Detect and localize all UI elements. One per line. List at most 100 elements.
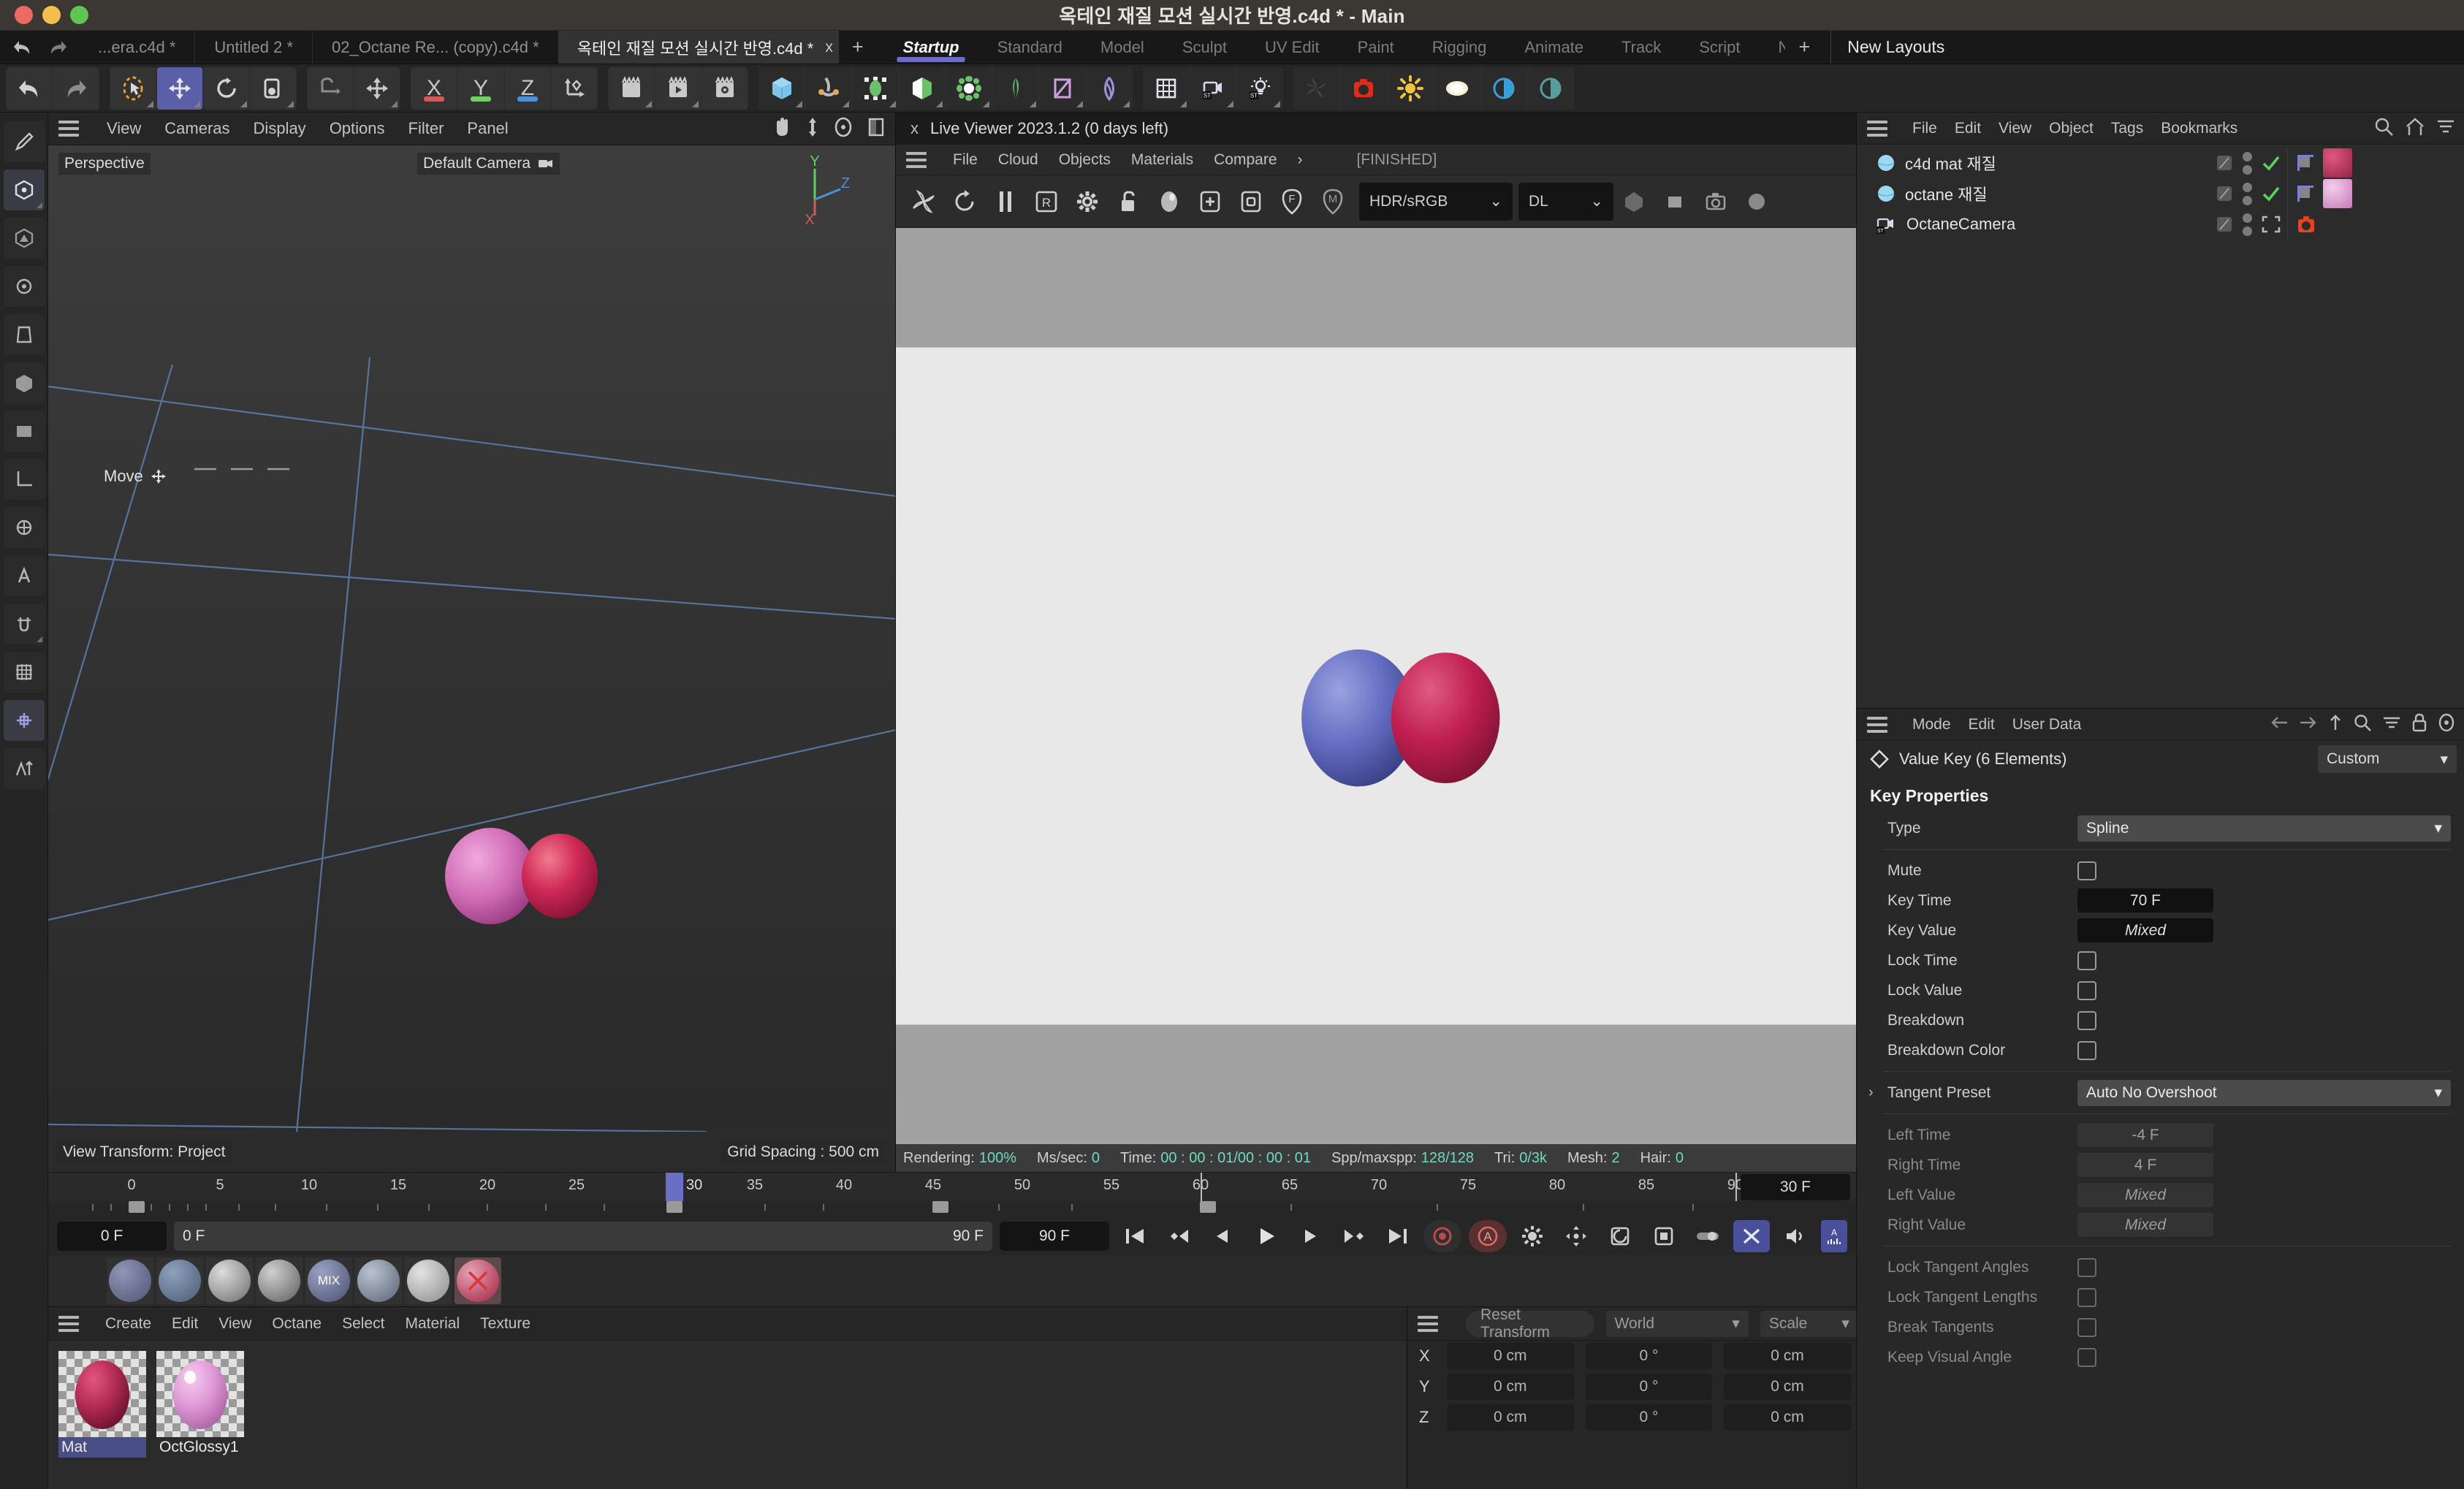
object-menu-view[interactable]: View (1990, 120, 2040, 137)
live-viewer-menu-compare[interactable]: Compare (1204, 151, 1287, 169)
floor-grid-button[interactable] (1144, 66, 1189, 110)
material-slot[interactable] (206, 1257, 253, 1304)
search-icon[interactable] (2353, 713, 2372, 736)
subdivision-surface-button[interactable] (900, 66, 945, 110)
material-slot[interactable] (256, 1257, 303, 1304)
pan-view-icon[interactable] (772, 117, 791, 141)
material-menu-edit[interactable]: Edit (161, 1315, 208, 1333)
left-value-field[interactable]: Mixed (2077, 1183, 2213, 1207)
material-slot[interactable] (156, 1257, 203, 1304)
layout-tab-sculpt[interactable]: Sculpt (1163, 31, 1246, 64)
nurbs-generator-button[interactable] (853, 66, 898, 110)
mute-checkbox[interactable] (2077, 861, 2096, 880)
play-button-icon[interactable] (1248, 1220, 1285, 1252)
parameter-keyframe-icon[interactable] (1689, 1220, 1726, 1252)
material-tag-thumbnail[interactable] (2323, 148, 2352, 178)
scale-keyframe-icon[interactable] (1646, 1220, 1682, 1252)
object-picker-icon[interactable] (1231, 180, 1271, 224)
spline-pen-button[interactable] (806, 66, 851, 110)
object-row[interactable]: octane 재질 (1857, 178, 2464, 209)
keyframe-marker[interactable] (1200, 1201, 1216, 1213)
save-image-icon[interactable] (1695, 180, 1736, 224)
live-viewer-menu-overflow-icon[interactable]: › (1288, 151, 1313, 169)
lock-tangent-angles-checkbox[interactable] (2077, 1257, 2096, 1277)
object-row[interactable]: ST OctaneCamera (1857, 209, 2464, 240)
region-render-icon[interactable]: R (1026, 180, 1067, 224)
layout-tab-track[interactable]: Track (1602, 31, 1680, 64)
lock-tangent-lengths-checkbox[interactable] (2077, 1287, 2096, 1307)
up-arrow-icon[interactable] (2328, 714, 2343, 735)
material-thumbnail[interactable] (58, 1351, 146, 1437)
coordinate-space-dropdown[interactable]: World ▾ (1605, 1310, 1749, 1337)
material-slot-active[interactable] (455, 1257, 501, 1304)
position-keyframe-icon[interactable] (1558, 1220, 1594, 1252)
rotate-tool-button[interactable] (204, 66, 249, 110)
live-viewer-menu-icon[interactable] (906, 151, 927, 168)
add-layout-button[interactable]: + (1785, 31, 1823, 64)
reset-transform-button[interactable]: Reset Transform (1466, 1306, 1594, 1341)
live-viewer-menu-objects[interactable]: Objects (1049, 151, 1121, 169)
key-value-field[interactable]: Mixed (2077, 918, 2213, 942)
edit-mode-pen-icon[interactable] (3, 121, 45, 162)
size-y-field[interactable]: 0 cm (1724, 1374, 1851, 1400)
right-time-field[interactable]: 4 F (2077, 1153, 2213, 1177)
keyframe-settings-icon[interactable] (1514, 1220, 1551, 1252)
enable-axis-button[interactable] (3, 507, 45, 548)
previous-key-icon[interactable] (1160, 1220, 1197, 1252)
alpha-channel-icon[interactable] (1654, 180, 1695, 224)
live-viewer-menu-file[interactable]: File (943, 151, 988, 169)
material-slot-mix[interactable]: MIX (305, 1257, 352, 1304)
add-render-pass-icon[interactable] (1190, 180, 1231, 224)
material-slot[interactable] (107, 1257, 153, 1304)
pause-render-icon[interactable] (985, 180, 1026, 224)
focus-picker-icon[interactable]: F (1271, 180, 1312, 224)
lut-toggle-icon[interactable] (1736, 180, 1777, 224)
next-key-icon[interactable] (1336, 1220, 1372, 1252)
attributes-menu-mode[interactable]: Mode (1904, 716, 1960, 734)
breakdown-checkbox[interactable] (2077, 1010, 2096, 1030)
tool-keyframe-toggle-icon[interactable] (1733, 1220, 1770, 1252)
lock-z-axis-button[interactable]: Z (505, 66, 550, 110)
material-menu-texture[interactable]: Texture (470, 1315, 541, 1333)
material-menu-view[interactable]: View (208, 1315, 262, 1333)
material-picker-icon[interactable]: M (1312, 180, 1353, 224)
position-y-field[interactable]: 0 cm (1447, 1374, 1574, 1400)
timeline-playhead[interactable] (666, 1173, 683, 1202)
field-button[interactable] (1040, 66, 1085, 110)
material-thumbnail[interactable] (156, 1351, 244, 1437)
undo-icon[interactable] (12, 38, 34, 57)
live-viewer-menu-cloud[interactable]: Cloud (988, 151, 1049, 169)
octane-hdri-environment-button[interactable] (1481, 66, 1526, 110)
preview-range-bar[interactable]: 0 F 90 F (174, 1222, 992, 1251)
axis-text-button[interactable] (3, 748, 45, 789)
workplane-lock-button[interactable] (3, 700, 45, 741)
viewport-menu-cameras[interactable]: Cameras (153, 119, 241, 138)
coordinate-mode-dropdown[interactable]: Scale ▾ (1760, 1310, 1858, 1337)
current-frame-field[interactable]: 0 F (57, 1222, 167, 1251)
camera-object-button[interactable]: ST (1190, 66, 1236, 110)
home-icon[interactable] (2406, 116, 2425, 140)
rotation-b-field[interactable]: 0 ° (1585, 1404, 1713, 1431)
size-x-field[interactable]: 0 cm (1724, 1343, 1851, 1369)
lock-y-axis-button[interactable]: Y (458, 66, 503, 110)
object-mode-button[interactable] (3, 170, 45, 210)
visibility-dots[interactable] (2243, 213, 2252, 236)
lock-resolution-icon[interactable] (1108, 180, 1149, 224)
workplane-button[interactable] (3, 459, 45, 500)
render-settings-icon[interactable] (1067, 180, 1108, 224)
document-tab[interactable]: Untitled 2 * (194, 31, 312, 64)
object-menu-file[interactable]: File (1904, 120, 1946, 137)
material-tag-thumbnail[interactable] (2323, 179, 2352, 208)
close-tab-icon[interactable]: x (825, 39, 833, 56)
breakdown-color-checkbox[interactable] (2077, 1040, 2096, 1060)
layout-tab-standard[interactable]: Standard (978, 31, 1081, 64)
refresh-icon[interactable] (944, 180, 985, 224)
attributes-menu-user-data[interactable]: User Data (2004, 716, 2091, 734)
mograph-button[interactable] (946, 66, 992, 110)
filter-icon[interactable] (2436, 116, 2455, 140)
zoom-view-icon[interactable] (806, 117, 819, 141)
lock-value-checkbox[interactable] (2077, 980, 2096, 1000)
color-space-dropdown[interactable]: HDR/sRGB ⌄ (1359, 182, 1513, 221)
material-item[interactable]: Mat (58, 1351, 146, 1489)
octane-light-button[interactable] (1388, 66, 1433, 110)
